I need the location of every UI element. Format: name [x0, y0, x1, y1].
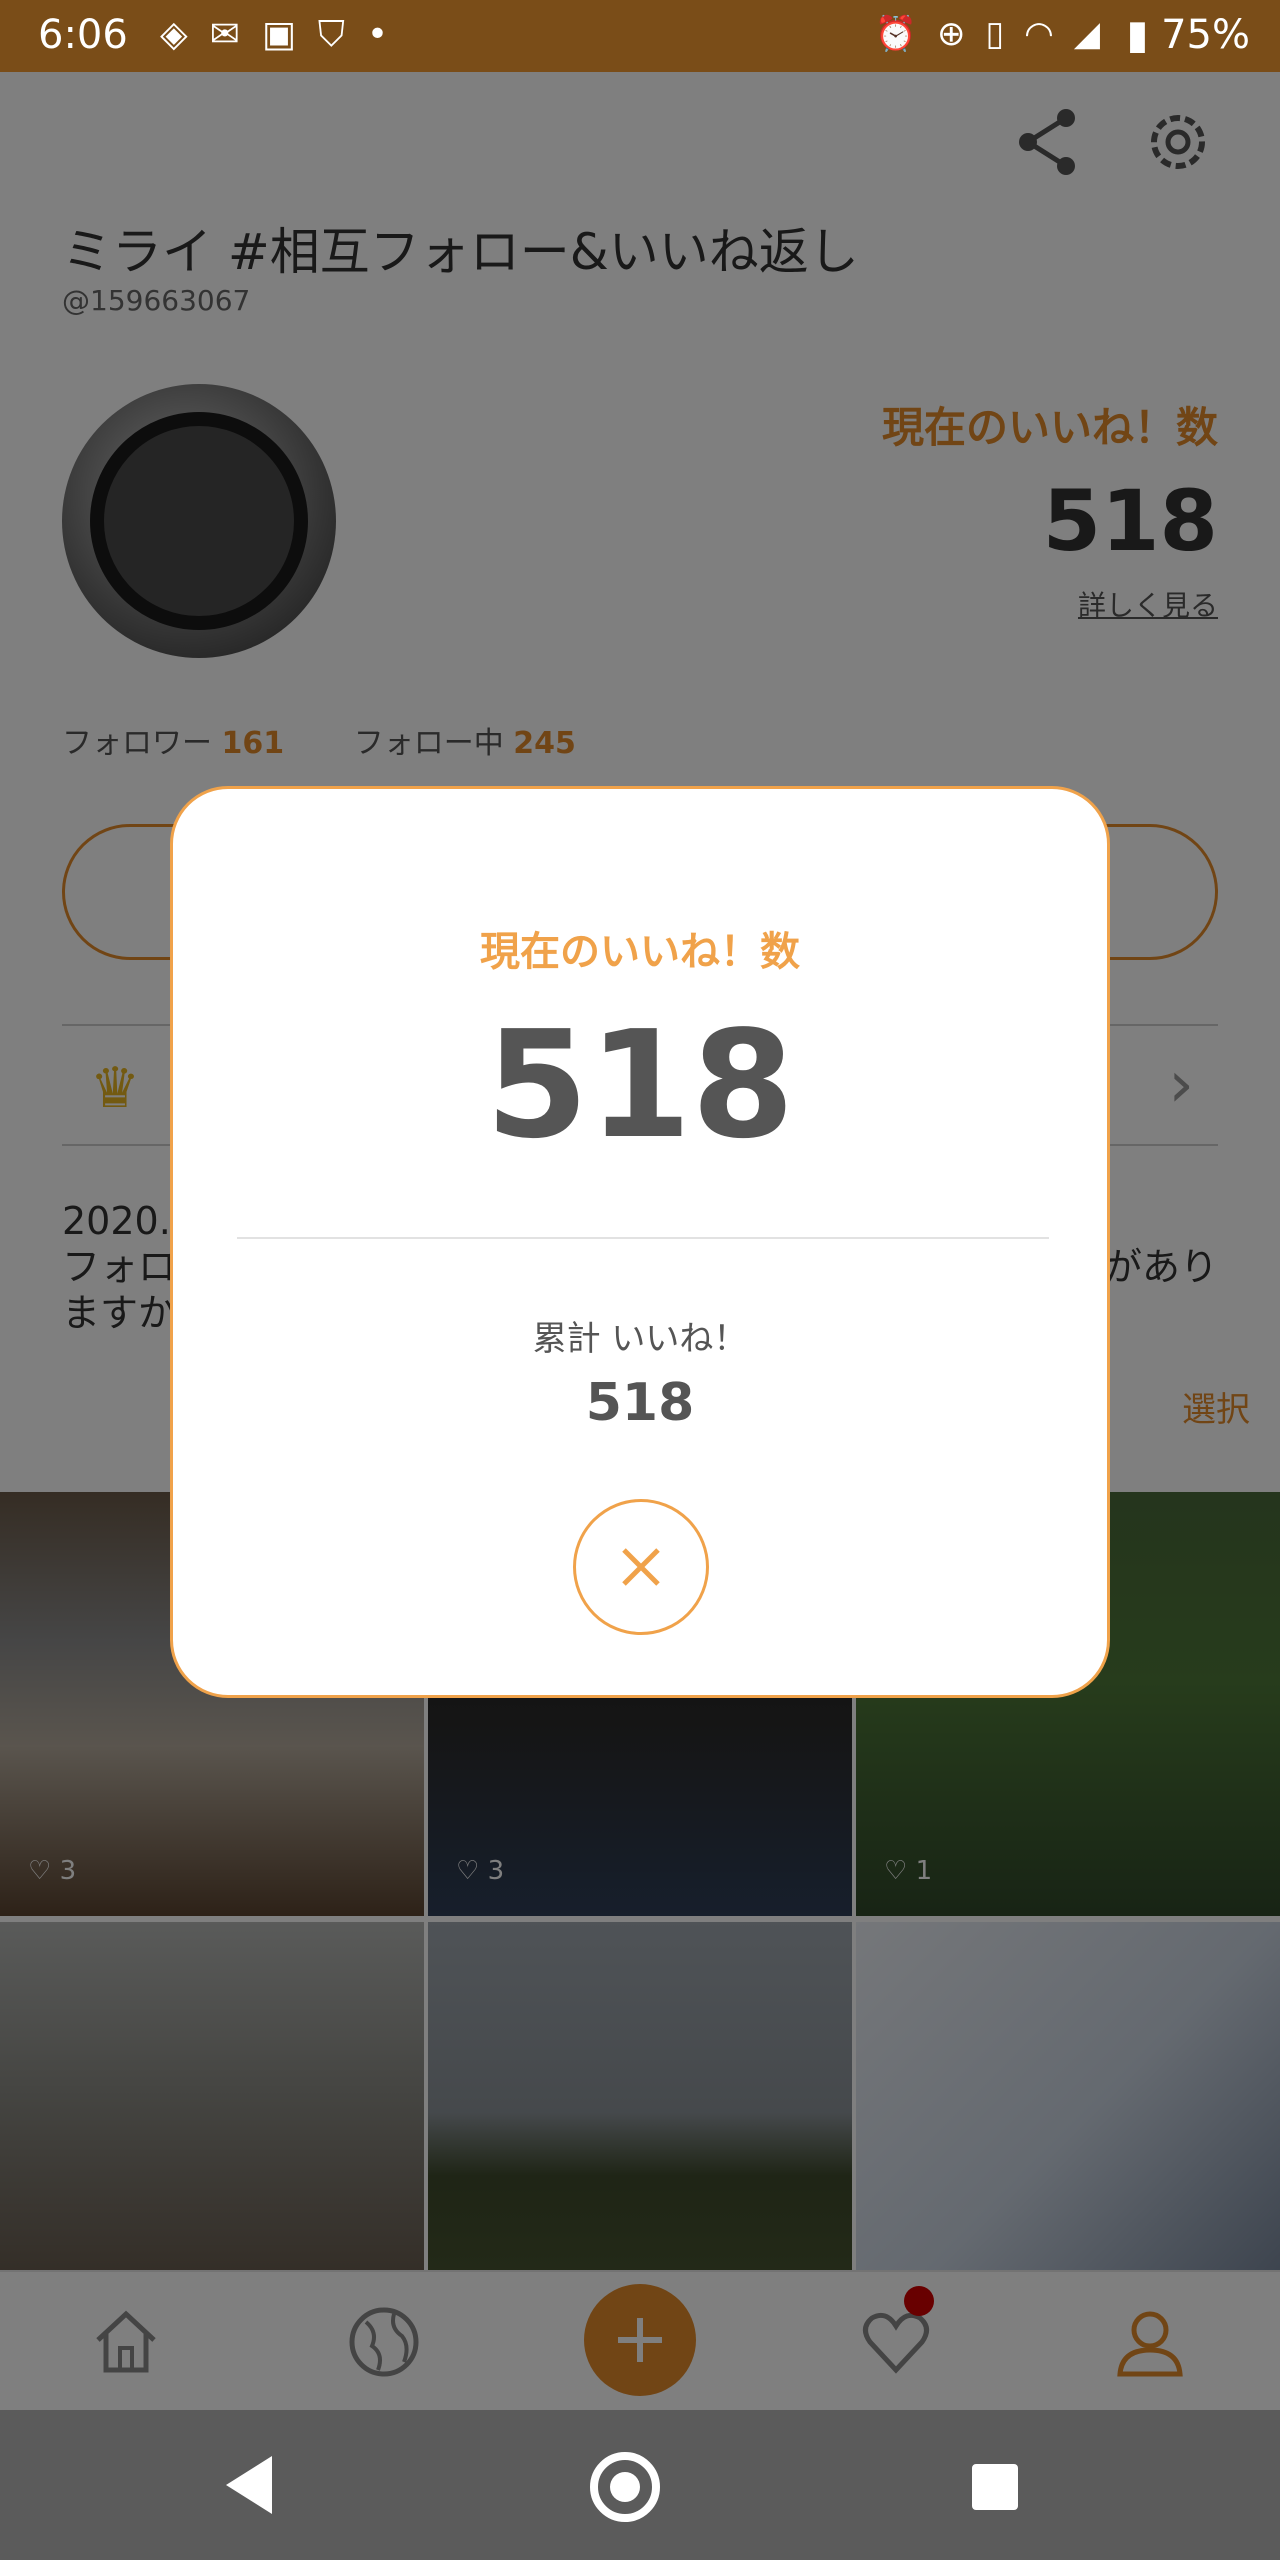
- data-saver-icon: ⊕: [936, 14, 966, 54]
- alarm-icon: ⏰: [874, 14, 917, 54]
- home-button[interactable]: [590, 2452, 660, 2522]
- notification-icons: ◈ ✉ ▣ ⛉ •: [160, 14, 388, 56]
- battery-level: ▮ 75%: [1126, 12, 1250, 58]
- modal-title: 現在のいいね！数: [480, 929, 800, 975]
- vibrate-icon: ▯: [985, 14, 1005, 54]
- battery-icon: ▮: [1126, 12, 1149, 58]
- back-icon[interactable]: [226, 2456, 272, 2518]
- recent-apps-button[interactable]: [972, 2464, 1018, 2510]
- system-icons: ⏰ ⊕ ▯ ◠ ◢: [875, 14, 1100, 54]
- status-time: 6:06: [38, 12, 128, 58]
- close-button[interactable]: [573, 1499, 709, 1635]
- modal-likes-count: 518: [485, 999, 795, 1171]
- total-likes-count: 518: [585, 1373, 695, 1433]
- system-navigation: [0, 2410, 1280, 2560]
- close-icon: [622, 1548, 660, 1586]
- market-icon: ▣: [261, 14, 296, 55]
- divider: [237, 1237, 1049, 1239]
- shield-icon: ⛉: [317, 14, 345, 55]
- likes-modal: 現在のいいね！数 518 累計 いいね！ 518: [170, 786, 1110, 1698]
- app-notification-icon: ◈: [160, 14, 188, 55]
- wifi-icon: ◠: [1024, 14, 1054, 54]
- status-bar: 6:06 ◈ ✉ ▣ ⛉ • ⏰ ⊕ ▯ ◠ ◢ ▮ 75%: [0, 0, 1280, 72]
- more-dot-icon: •: [366, 14, 389, 55]
- mail-icon: ✉: [209, 14, 240, 55]
- signal-icon: ◢: [1073, 14, 1100, 54]
- total-likes-label: 累計 いいね！: [532, 1319, 748, 1359]
